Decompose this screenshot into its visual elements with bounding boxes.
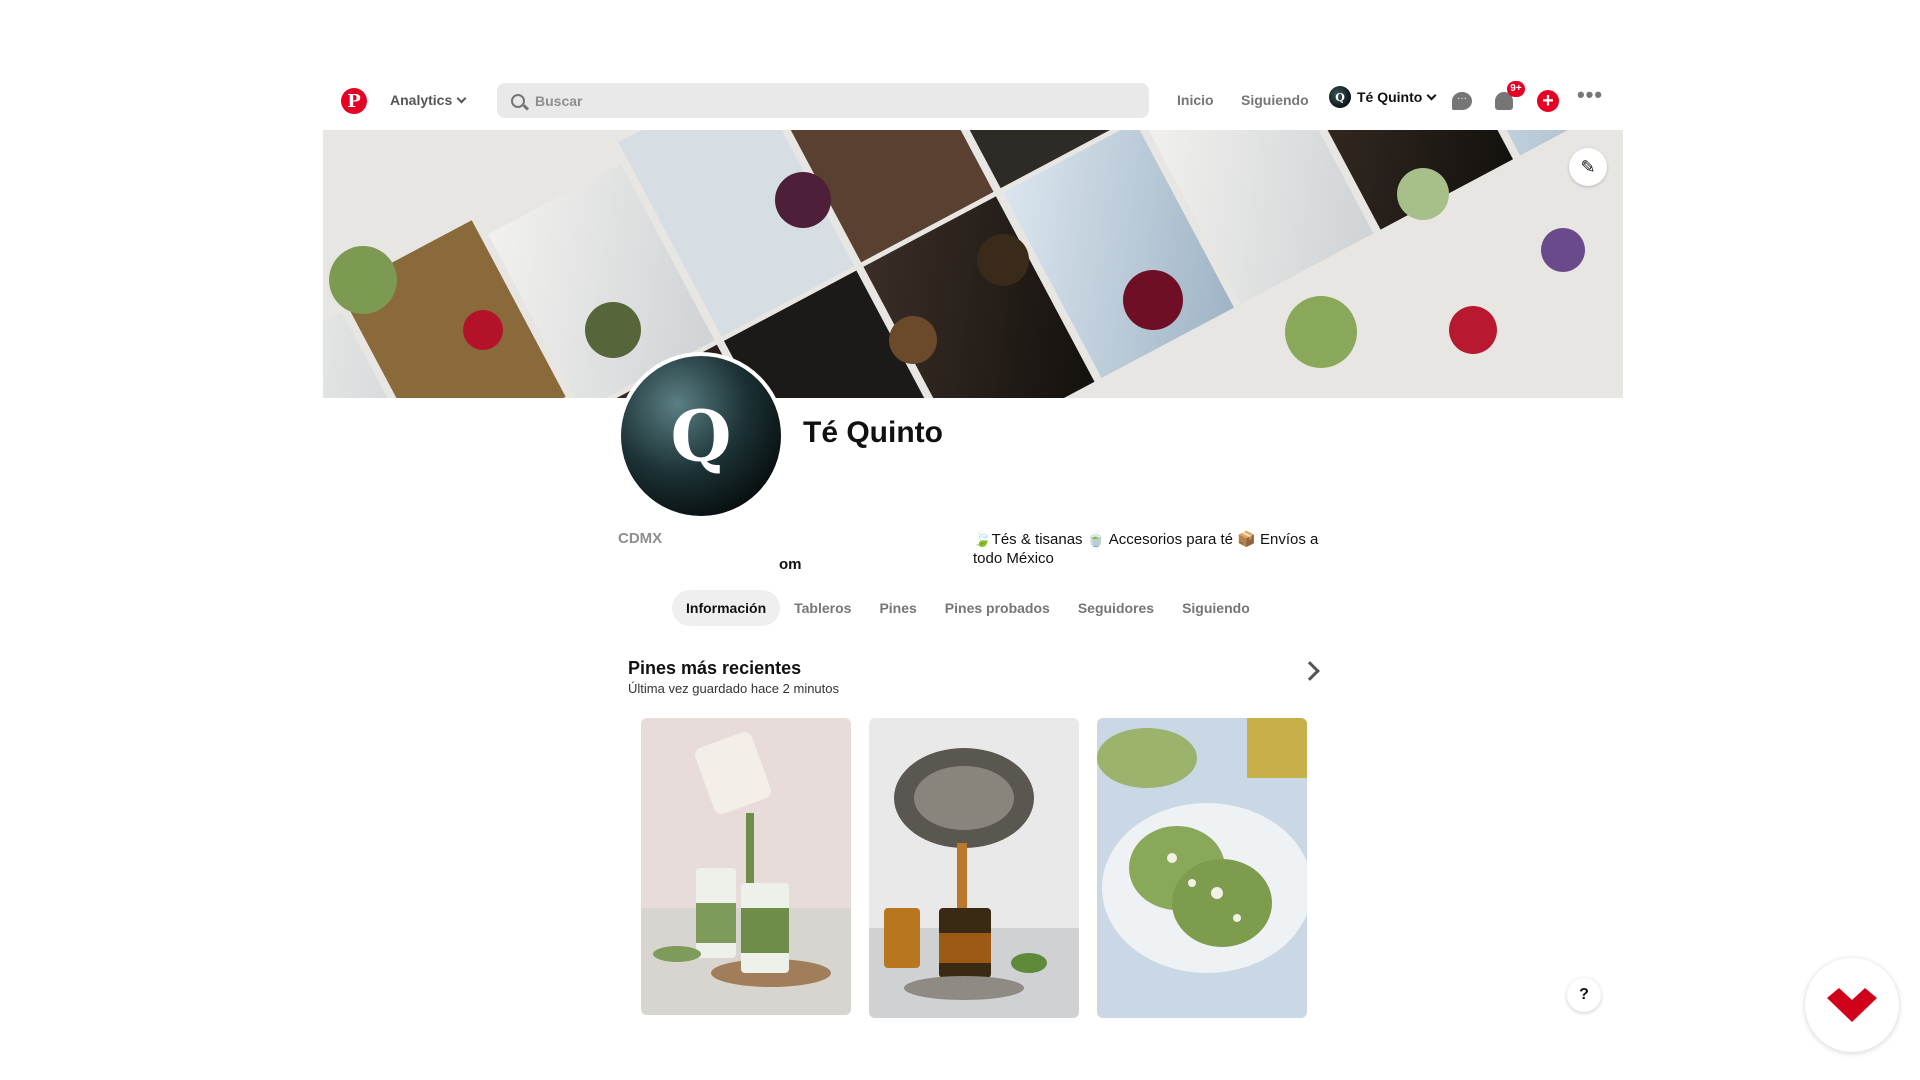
brand-logo-badge[interactable] (1805, 958, 1899, 1052)
pin-matcha-latte[interactable] (641, 718, 851, 1015)
search-bar[interactable] (497, 83, 1149, 118)
chevron-down-icon (1426, 90, 1437, 100)
top-navigation-bar: P Analytics Inicio Siguiendo Q Té Quinto… (323, 78, 1623, 130)
tab-tableros[interactable]: Tableros (780, 590, 865, 626)
recent-pins-subtitle: Última vez guardado hace 2 minutos (628, 681, 840, 696)
tab-pines-probados[interactable]: Pines probados (931, 590, 1064, 626)
profile-bio: 🍃Tés & tisanas 🍵 Accesorios para té 📦 En… (973, 531, 1319, 567)
cover-collage: ✎ (323, 130, 1623, 398)
chevron-right-icon[interactable] (1300, 661, 1320, 681)
profile-avatar[interactable]: Q (617, 352, 785, 520)
nav-home-link[interactable]: Inicio (1177, 92, 1214, 108)
tab-seguidores[interactable]: Seguidores (1064, 590, 1168, 626)
search-input[interactable] (535, 92, 1095, 109)
help-button[interactable]: ? (1567, 978, 1601, 1012)
pin-matcha-cookies[interactable] (1097, 718, 1307, 1018)
brand-logo-icon (1827, 988, 1877, 1022)
account-menu[interactable]: Q Té Quinto (1329, 86, 1437, 108)
more-options-icon[interactable]: ••• (1577, 82, 1603, 108)
analytics-label: Analytics (390, 92, 453, 108)
messages-icon[interactable]: ··· (1449, 88, 1475, 114)
search-icon (511, 93, 525, 108)
create-plus-icon[interactable]: + (1535, 88, 1561, 114)
nav-following-link[interactable]: Siguiendo (1241, 92, 1309, 108)
pinterest-profile-window: P Analytics Inicio Siguiendo Q Té Quinto… (323, 78, 1623, 1022)
tab-siguiendo[interactable]: Siguiendo (1168, 590, 1264, 626)
profile-website[interactable]: om (779, 556, 802, 573)
profile-name: Té Quinto (803, 416, 943, 449)
edit-cover-button[interactable]: ✎ (1569, 148, 1607, 186)
profile-location: CDMX (618, 530, 663, 547)
cover-collage-image (323, 130, 1623, 398)
account-name: Té Quinto (1357, 89, 1423, 105)
pin-moroccan-tea[interactable] (869, 718, 1079, 1018)
tab-informacion[interactable]: Información (672, 590, 781, 626)
pinterest-logo-icon[interactable]: P (341, 88, 367, 114)
profile-tabs: Información Tableros Pines Pines probado… (672, 590, 1264, 626)
chevron-down-icon (456, 93, 467, 103)
analytics-menu[interactable]: Analytics (390, 92, 467, 108)
recent-pins-title: Pines más recientes (628, 658, 802, 678)
tab-pines[interactable]: Pines (865, 590, 930, 626)
notification-badge: 9+ (1507, 81, 1525, 97)
account-avatar: Q (1329, 86, 1351, 108)
